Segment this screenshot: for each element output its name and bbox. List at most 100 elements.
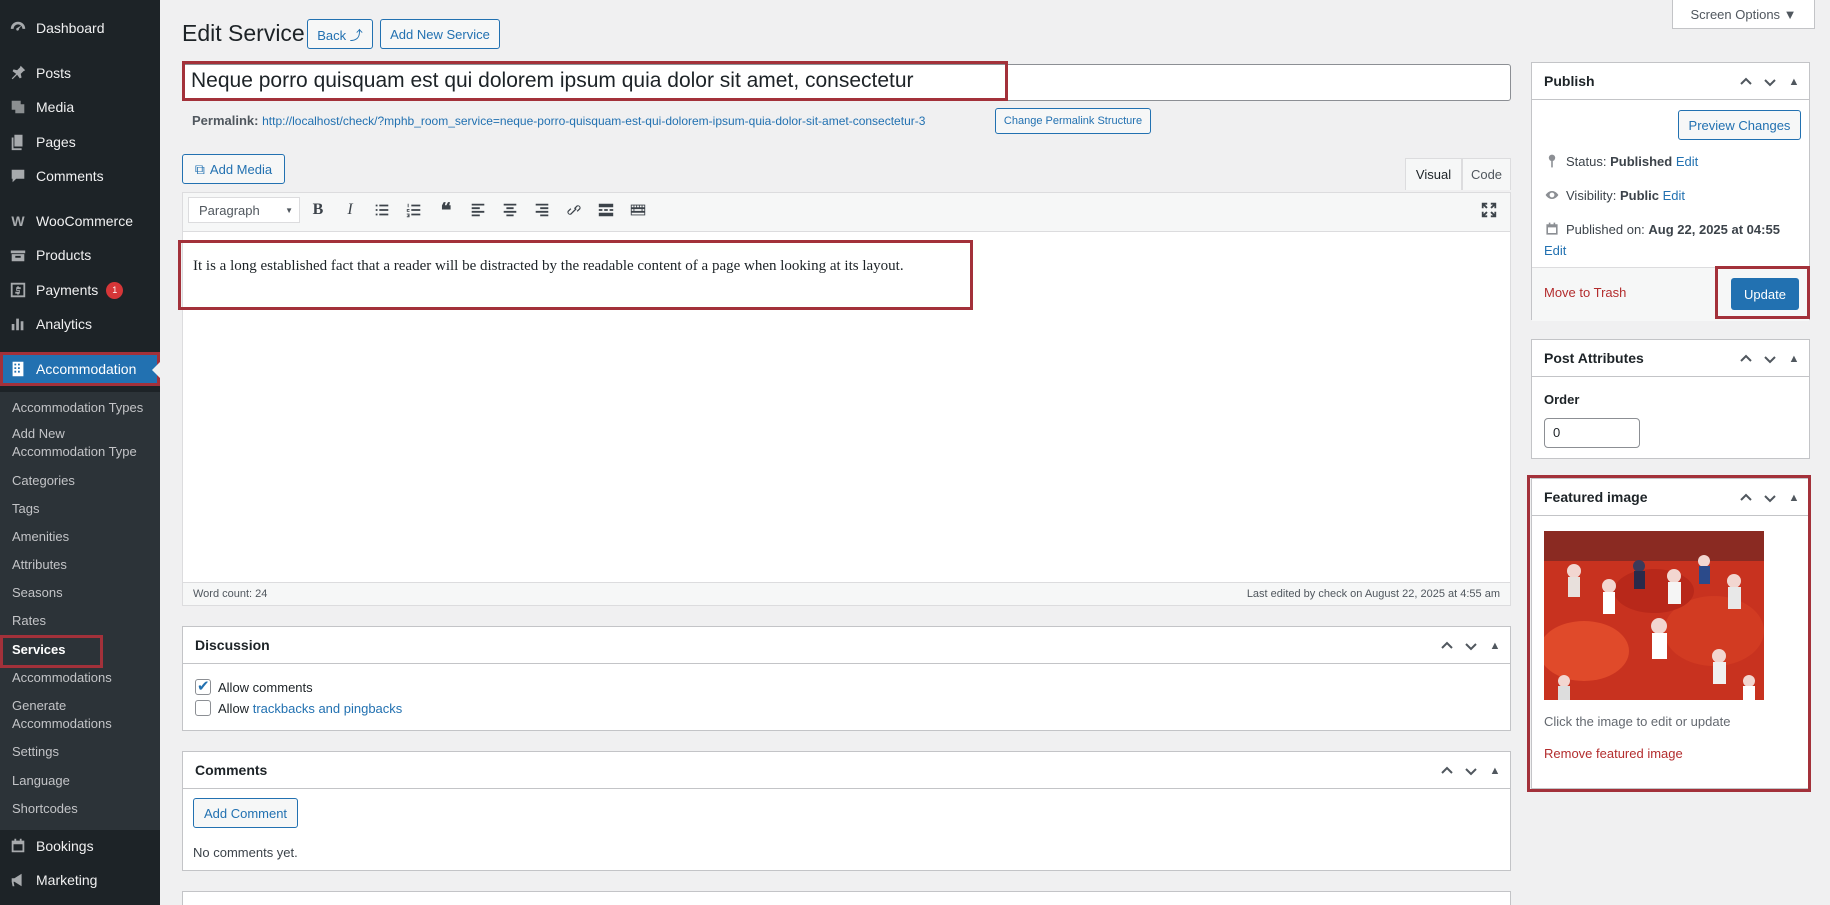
menu-analytics[interactable]: Analytics	[0, 307, 160, 341]
submenu-shortcodes[interactable]: Shortcodes	[12, 800, 78, 818]
word-count: Word count: 24	[193, 588, 268, 600]
submenu-add-new[interactable]: Add New	[12, 425, 65, 443]
visibility-edit-link[interactable]: Edit	[1663, 188, 1685, 203]
submenu-settings[interactable]: Settings	[12, 743, 59, 761]
editor-content[interactable]: It is a long established fact that a rea…	[193, 258, 904, 275]
tab-visual[interactable]: Visual	[1405, 158, 1462, 190]
allow-prefix: Allow	[218, 701, 250, 716]
comments-title[interactable]: Comments	[183, 752, 1510, 789]
align-center-icon[interactable]	[499, 199, 521, 221]
menu-payments[interactable]: Payments 1	[0, 273, 160, 307]
published-edit-link[interactable]: Edit	[1544, 243, 1566, 258]
megaphone-icon	[8, 870, 28, 890]
discussion-title[interactable]: Discussion	[183, 627, 1510, 664]
move-down-icon[interactable]	[1763, 75, 1777, 89]
active-menu-arrow	[152, 362, 160, 378]
move-up-icon[interactable]	[1440, 639, 1454, 653]
comments-icon	[8, 166, 28, 186]
add-new-service-button[interactable]: Add New Service	[380, 19, 500, 49]
menu-woocommerce[interactable]: W WooCommerce	[0, 204, 160, 238]
align-right-icon[interactable]	[531, 199, 553, 221]
add-comment-button[interactable]: Add Comment	[193, 798, 298, 828]
title-highlight	[182, 61, 1008, 101]
status-row: Status: Published Edit	[1544, 153, 1698, 169]
quote-icon[interactable]: ❝	[435, 199, 457, 222]
editor-status-bar: Word count: 24 Last edited by check on A…	[182, 582, 1511, 606]
preview-changes-button[interactable]: Preview Changes	[1678, 110, 1801, 140]
menu-dashboard[interactable]: Dashboard	[0, 11, 160, 45]
status-label: Status:	[1566, 153, 1607, 169]
tab-code[interactable]: Code	[1462, 158, 1511, 190]
submenu-tags[interactable]: Tags	[12, 500, 39, 518]
bold-icon[interactable]: B	[307, 199, 329, 221]
allow-comments-checkbox[interactable]: ✔	[195, 678, 211, 695]
submenu-categories[interactable]: Categories	[12, 472, 75, 490]
move-down-icon[interactable]	[1763, 352, 1777, 366]
submenu-accommodation-types[interactable]: Accommodation Types	[12, 399, 143, 417]
menu-comments[interactable]: Comments	[0, 159, 160, 193]
menu-products[interactable]: Products	[0, 238, 160, 272]
align-left-icon[interactable]	[467, 199, 489, 221]
move-down-icon[interactable]	[1464, 764, 1478, 778]
menu-marketing[interactable]: Marketing	[0, 863, 160, 897]
menu-label: Media	[36, 99, 75, 115]
permalink-row: Permalink: http://localhost/check/?mphb_…	[192, 113, 925, 128]
trackbacks-link[interactable]: trackbacks and pingbacks	[253, 701, 403, 716]
submenu-language[interactable]: Language	[12, 772, 70, 790]
eye-icon	[1545, 191, 1559, 199]
order-input[interactable]: 0	[1544, 418, 1640, 448]
menu-posts[interactable]: Posts	[0, 56, 160, 90]
status-edit-link[interactable]: Edit	[1676, 154, 1698, 169]
menu-media[interactable]: Media	[0, 90, 160, 124]
submenu-accommodations[interactable]: Accommodations	[12, 669, 112, 687]
payments-badge: 1	[106, 281, 124, 299]
italic-icon[interactable]: I	[339, 199, 361, 221]
permalink-url[interactable]: http://localhost/check/?mphb_room_servic…	[262, 114, 925, 128]
screen-options-button[interactable]: Screen Options ▼	[1672, 0, 1815, 29]
discussion-box: Discussion ▲ ✔ Allow comments Allow trac…	[182, 626, 1511, 731]
fullscreen-icon[interactable]	[1478, 199, 1500, 221]
calendar-icon	[8, 836, 28, 856]
change-permalink-button[interactable]: Change Permalink Structure	[995, 108, 1151, 134]
move-up-icon[interactable]	[1739, 75, 1753, 89]
submenu-amenities[interactable]: Amenities	[12, 528, 69, 546]
submenu-generate[interactable]: Generate	[12, 697, 66, 715]
menu-accommodation[interactable]: Accommodation	[0, 352, 160, 386]
submenu-attributes[interactable]: Attributes	[12, 556, 67, 574]
back-button[interactable]: Back ⤴	[307, 19, 373, 49]
collapse-icon[interactable]: ▲	[1787, 75, 1801, 89]
numbered-list-icon[interactable]	[403, 199, 425, 221]
add-media-button[interactable]: ⧉ Add Media	[182, 154, 285, 184]
add-media-label: Add Media	[209, 161, 273, 177]
collapse-icon[interactable]: ▲	[1488, 764, 1502, 778]
move-up-icon[interactable]	[1739, 352, 1753, 366]
submenu-seasons[interactable]: Seasons	[12, 584, 63, 602]
read-more-icon[interactable]	[595, 199, 617, 221]
menu-bookings[interactable]: Bookings	[0, 829, 160, 863]
format-select[interactable]: Paragraph ▼	[188, 197, 300, 223]
submenu-rates[interactable]: Rates	[12, 612, 46, 630]
collapse-icon[interactable]: ▲	[1488, 639, 1502, 653]
published-label: Published on:	[1566, 221, 1645, 237]
menu-pages[interactable]: Pages	[0, 125, 160, 159]
collapse-icon[interactable]: ▲	[1787, 352, 1801, 366]
submenu-add-new-line2[interactable]: Accommodation Type	[12, 443, 137, 461]
comments-box: Comments ▲ Add Comment No comments yet.	[182, 751, 1511, 871]
menu-label: Accommodation	[36, 361, 137, 377]
submenu-generate-line2[interactable]: Accommodations	[12, 715, 112, 733]
payments-icon	[8, 280, 28, 300]
link-icon[interactable]	[563, 199, 585, 221]
menu-label: WooCommerce	[36, 213, 133, 229]
bullet-list-icon[interactable]	[371, 199, 393, 221]
chevron-down-icon: ▼	[285, 205, 293, 215]
products-icon	[8, 245, 28, 265]
move-down-icon[interactable]	[1464, 639, 1478, 653]
add-media-icon: ⧉	[194, 160, 205, 177]
menu-label: Pages	[36, 134, 76, 150]
move-up-icon[interactable]	[1440, 764, 1454, 778]
move-to-trash-link[interactable]: Move to Trash	[1544, 285, 1626, 300]
page-title: Edit Service	[182, 20, 305, 46]
allow-trackbacks-checkbox[interactable]	[195, 700, 211, 716]
toolbar-toggle-icon[interactable]	[627, 199, 649, 221]
allow-trackbacks-label: Allow trackbacks and pingbacks	[218, 701, 402, 716]
